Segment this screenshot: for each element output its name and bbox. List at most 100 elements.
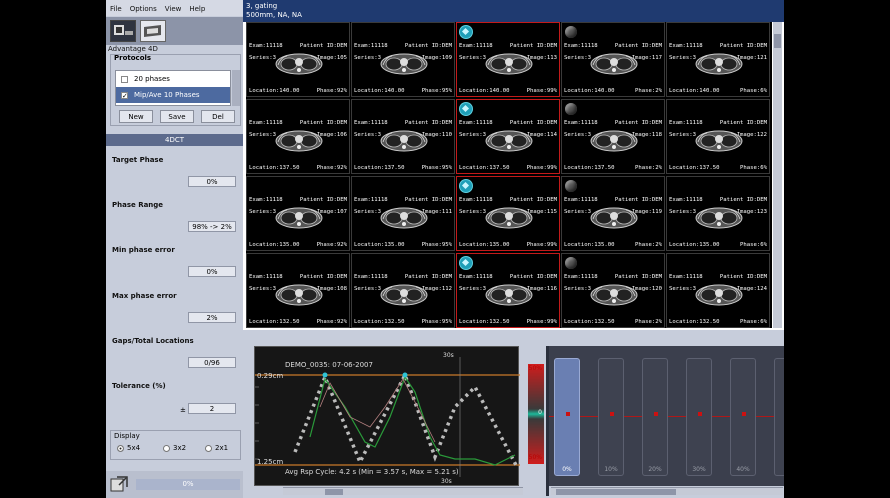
image-cell[interactable]: Exam:11118 Patient ID:DEM Series:3 Image:12… — [666, 99, 770, 174]
image-cell[interactable]: Exam:11118 Patient ID:DEM Series:3 Image:11… — [561, 22, 665, 97]
radio-button[interactable] — [117, 444, 124, 452]
patient-id-label: Patient ID:DEM — [719, 197, 767, 203]
protocol-scrollbar[interactable] — [232, 70, 240, 106]
display-option-2x1[interactable]: 2x1 — [205, 444, 228, 452]
exam-label: Exam:11118 — [354, 120, 388, 126]
exam-label: Exam:11118 — [669, 43, 703, 49]
ct-slice-image — [275, 284, 323, 306]
image-cell[interactable]: Exam:11118 Patient ID:DEM Series:3 Image:11… — [456, 22, 560, 97]
image-cell[interactable]: Exam:11118 Patient ID:DEM Series:3 Image:11… — [456, 253, 560, 328]
series-label: Series:3 — [249, 286, 276, 292]
image-cell[interactable]: Exam:11118 Patient ID:DEM Series:3 Image:12… — [666, 253, 770, 328]
radio-button[interactable] — [205, 444, 212, 452]
exam-label: Exam:11118 — [459, 43, 493, 49]
respiratory-graph[interactable]: 30s DEMO_0035: 07-06-2007 0.29cm 1.25cm … — [254, 346, 520, 486]
exam-label: Exam:11118 — [459, 120, 493, 126]
max-phase-error-field[interactable]: 2% — [188, 312, 236, 323]
image-grid: Exam:11118 Patient ID:DEM Series:3 Image:10… — [246, 22, 772, 328]
image-cell[interactable]: Exam:11118 Patient ID:DEM Series:3 Image:11… — [351, 99, 455, 174]
scroll-thumb[interactable] — [556, 489, 676, 495]
location-label: Location:135.00 — [564, 242, 615, 248]
phase-top-label: 50% — [528, 365, 542, 372]
min-phase-error-field[interactable]: 0% — [188, 266, 236, 277]
target-phase-field[interactable]: 0% — [188, 176, 236, 187]
image-cell[interactable]: Exam:11118 Patient ID:DEM Series:3 Image:10… — [246, 99, 350, 174]
menu-options[interactable]: Options — [130, 5, 157, 16]
phase-marker-icon[interactable] — [565, 257, 577, 269]
image-cell[interactable]: Exam:11118 Patient ID:DEM Series:3 Image:12… — [561, 253, 665, 328]
phase-marker-icon[interactable] — [565, 103, 577, 115]
patient-id-label: Patient ID:DEM — [509, 274, 557, 280]
selected-phase-marker-icon[interactable] — [460, 257, 472, 269]
ct-slice-image — [275, 130, 323, 152]
tolerance-field[interactable]: 2 — [188, 403, 236, 414]
image-cell[interactable]: Exam:11118 Patient ID:DEM Series:3 Image:11… — [561, 176, 665, 251]
patient-id-label: Patient ID:DEM — [509, 197, 557, 203]
image-cell[interactable]: Exam:11118 Patient ID:DEM Series:3 Image:10… — [246, 253, 350, 328]
exam-label: Exam:11118 — [459, 197, 493, 203]
location-label: Location:132.50 — [249, 319, 300, 325]
scroll-thumb[interactable] — [774, 34, 781, 48]
exam-label: Exam:11118 — [669, 120, 703, 126]
image-cell[interactable]: Exam:11118 Patient ID:DEM Series:3 Image:11… — [351, 176, 455, 251]
phase-card[interactable]: 40% — [730, 358, 756, 476]
location-label: Location:140.00 — [354, 88, 405, 94]
radio-button[interactable] — [163, 444, 170, 452]
image-cell[interactable]: Exam:11118 Patient ID:DEM Series:3 Image:10… — [246, 176, 350, 251]
phase-range-field[interactable]: 98% -> 2% — [188, 221, 236, 232]
ct-slice-image — [590, 53, 638, 75]
protocol-list[interactable]: 20 phases ✓ Mip/Ave 10 Phases — [115, 70, 231, 106]
phase-marker-icon[interactable] — [565, 180, 577, 192]
menu-view[interactable]: View — [165, 5, 182, 16]
exam-label: Exam:11118 — [249, 274, 283, 280]
display-option-3x2[interactable]: 3x2 — [163, 444, 186, 452]
image-cell[interactable]: Exam:11118 Patient ID:DEM Series:3 Image:11… — [456, 176, 560, 251]
menu-help[interactable]: Help — [189, 5, 205, 16]
exam-label: Exam:11118 — [669, 197, 703, 203]
graph-horizontal-scrollbar[interactable] — [283, 487, 523, 495]
new-button[interactable]: New — [119, 110, 153, 123]
selected-phase-marker-icon[interactable] — [460, 180, 472, 192]
checkbox[interactable]: ✓ — [121, 91, 128, 99]
checkbox[interactable] — [121, 75, 128, 83]
selected-phase-marker-icon[interactable] — [460, 103, 472, 115]
image-cell[interactable]: Exam:11118 Patient ID:DEM Series:3 Image:11… — [561, 99, 665, 174]
menu-file[interactable]: File — [110, 5, 122, 16]
time-label-top: 30s — [443, 352, 454, 359]
phase-marker-icon[interactable] — [565, 26, 577, 38]
phase-card[interactable]: 0% — [554, 358, 580, 476]
save-button[interactable]: Save — [160, 110, 194, 123]
phase-horizontal-scrollbar[interactable] — [551, 487, 783, 495]
image-cell[interactable]: Exam:11118 Patient ID:DEM Series:3 Image:12… — [666, 176, 770, 251]
image-cell[interactable]: Exam:11118 Patient ID:DEM Series:3 Image:10… — [246, 22, 350, 97]
series-label: Series:3 — [459, 132, 486, 138]
grid-vertical-scrollbar[interactable] — [773, 22, 782, 328]
exam-label: Exam:11118 — [354, 43, 388, 49]
exam-label: Exam:11118 — [669, 274, 703, 280]
export-icon[interactable] — [109, 474, 129, 494]
tab-filter-icon[interactable] — [140, 20, 166, 42]
patient-id-label: Patient ID:DEM — [299, 120, 347, 126]
delete-button[interactable]: Del — [201, 110, 235, 123]
phase-label: Phase:2% — [635, 242, 662, 248]
protocol-item[interactable]: 20 phases — [116, 71, 230, 87]
scroll-thumb[interactable] — [325, 489, 343, 495]
image-cell[interactable]: Exam:11118 Patient ID:DEM Series:3 Image:11… — [351, 253, 455, 328]
protocol-item[interactable]: ✓ Mip/Ave 10 Phases — [116, 87, 230, 103]
location-label: Location:137.50 — [354, 165, 405, 171]
image-cell[interactable]: Exam:11118 Patient ID:DEM Series:3 Image:10… — [351, 22, 455, 97]
tab-4d-icon[interactable] — [110, 20, 136, 42]
phase-card[interactable]: 30% — [686, 358, 712, 476]
display-option-5x4[interactable]: 5x4 — [117, 444, 140, 452]
location-label: Location:132.50 — [564, 319, 615, 325]
image-cell[interactable]: Exam:11118 Patient ID:DEM Series:3 Image:12… — [666, 22, 770, 97]
image-cell[interactable]: Exam:11118 Patient ID:DEM Series:3 Image:11… — [456, 99, 560, 174]
phase-card[interactable]: 10% — [598, 358, 624, 476]
series-label: Series:3 — [459, 55, 486, 61]
phase-label: Phase:99% — [526, 319, 557, 325]
selected-phase-marker-icon[interactable] — [460, 26, 472, 38]
phase-card[interactable] — [774, 358, 784, 476]
phase-card-label: 0% — [562, 466, 572, 473]
location-label: Location:135.00 — [249, 242, 300, 248]
phase-card[interactable]: 20% — [642, 358, 668, 476]
